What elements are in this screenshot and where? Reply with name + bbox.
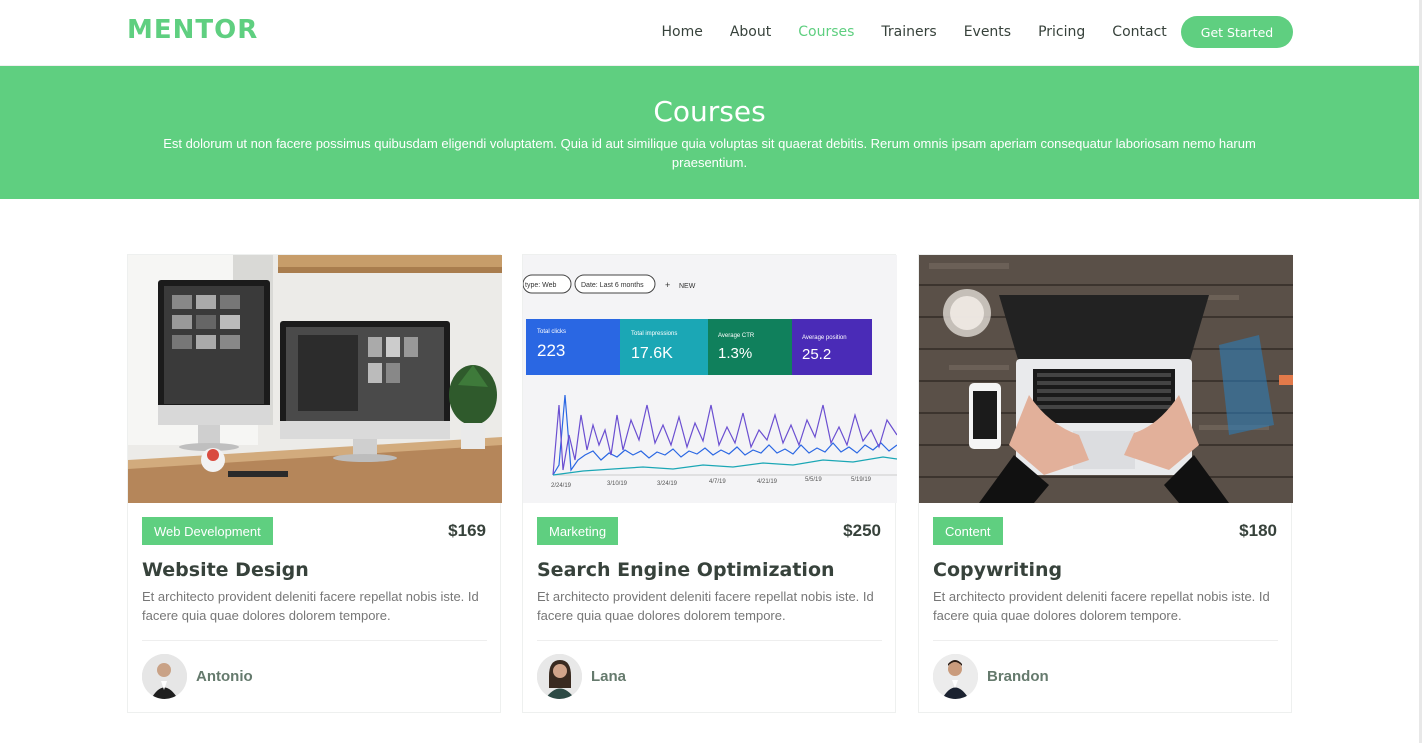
divider	[933, 640, 1278, 641]
page-subtitle: Est dolorum ut non facere possimus quibu…	[163, 136, 1256, 170]
date-tick: 2/24/19	[551, 483, 572, 489]
main-nav: Home About Courses Trainers Events Prici…	[648, 22, 1180, 42]
metric-value: 25.2	[802, 346, 831, 363]
nav-events[interactable]: Events	[950, 22, 1024, 42]
get-started-button[interactable]: Get Started	[1181, 16, 1293, 48]
laptop-typing-photo	[919, 255, 1293, 503]
nav-courses[interactable]: Courses	[785, 22, 868, 42]
course-description: Et architecto provident deleniti facere …	[537, 589, 874, 623]
dashboard-filter-type: type: Web	[525, 282, 556, 289]
dashboard-filter-new: NEW	[679, 283, 696, 290]
course-title[interactable]: Website Design	[142, 559, 309, 581]
date-tick: 5/5/19	[805, 477, 822, 483]
metric-label: Average CTR	[718, 333, 755, 339]
date-tick: 4/21/19	[757, 479, 778, 485]
nav-home[interactable]: Home	[648, 22, 716, 42]
course-price: $180	[1239, 521, 1277, 540]
date-tick: 4/7/19	[709, 479, 726, 485]
course-card-website-design[interactable]: Web Development $169 Website Design Et a…	[127, 254, 502, 713]
course-price: $169	[448, 521, 486, 540]
course-card-seo[interactable]: type: Web Date: Last 6 months + NEW Tota…	[522, 254, 897, 713]
trainer-info: Antonio	[142, 654, 253, 699]
course-card-copywriting[interactable]: Content $180 Copywriting Et architecto p…	[918, 254, 1293, 713]
svg-text:+: +	[665, 280, 670, 290]
nav-contact[interactable]: Contact	[1099, 22, 1180, 42]
date-tick: 3/10/19	[607, 481, 628, 487]
course-title[interactable]: Copywriting	[933, 559, 1062, 581]
avatar	[142, 654, 187, 699]
metric-value: 1.3%	[718, 345, 752, 362]
category-badge[interactable]: Web Development	[142, 517, 273, 545]
analytics-dashboard-photo: type: Web Date: Last 6 months + NEW Tota…	[523, 255, 897, 503]
trainer-name[interactable]: Lana	[591, 668, 626, 685]
date-tick: 3/24/19	[657, 481, 678, 487]
trainer-name[interactable]: Brandon	[987, 668, 1049, 685]
course-description: Et architecto provident deleniti facere …	[933, 589, 1270, 623]
nav-about[interactable]: About	[716, 22, 784, 42]
trainer-info: Lana	[537, 654, 626, 699]
course-price: $250	[843, 521, 881, 540]
nav-trainers[interactable]: Trainers	[868, 22, 950, 42]
date-tick: 5/19/19	[851, 477, 872, 483]
metric-label: Average position	[802, 335, 847, 341]
dashboard-filter-date: Date: Last 6 months	[581, 282, 644, 289]
course-title[interactable]: Search Engine Optimization	[537, 559, 835, 581]
logo[interactable]: MENTOR	[127, 15, 258, 45]
trainer-name[interactable]: Antonio	[196, 668, 253, 685]
divider	[537, 640, 882, 641]
avatar	[933, 654, 978, 699]
trainer-info: Brandon	[933, 654, 1049, 699]
course-description: Et architecto provident deleniti facere …	[142, 589, 479, 623]
metric-value: 17.6K	[631, 345, 673, 362]
nav-pricing[interactable]: Pricing	[1025, 22, 1099, 42]
site-header: MENTOR Home About Courses Trainers Event…	[0, 0, 1422, 66]
divider	[142, 640, 487, 641]
page-title: Courses	[653, 95, 766, 128]
page-hero: Courses Est dolorum ut non facere possim…	[0, 66, 1419, 199]
avatar	[537, 654, 582, 699]
desk-monitors-photo	[128, 255, 502, 503]
category-badge[interactable]: Marketing	[537, 517, 619, 545]
metric-label: Total impressions	[631, 331, 677, 337]
metric-value: 223	[537, 341, 565, 360]
category-badge[interactable]: Content	[933, 517, 1003, 545]
metric-label: Total clicks	[537, 329, 566, 335]
